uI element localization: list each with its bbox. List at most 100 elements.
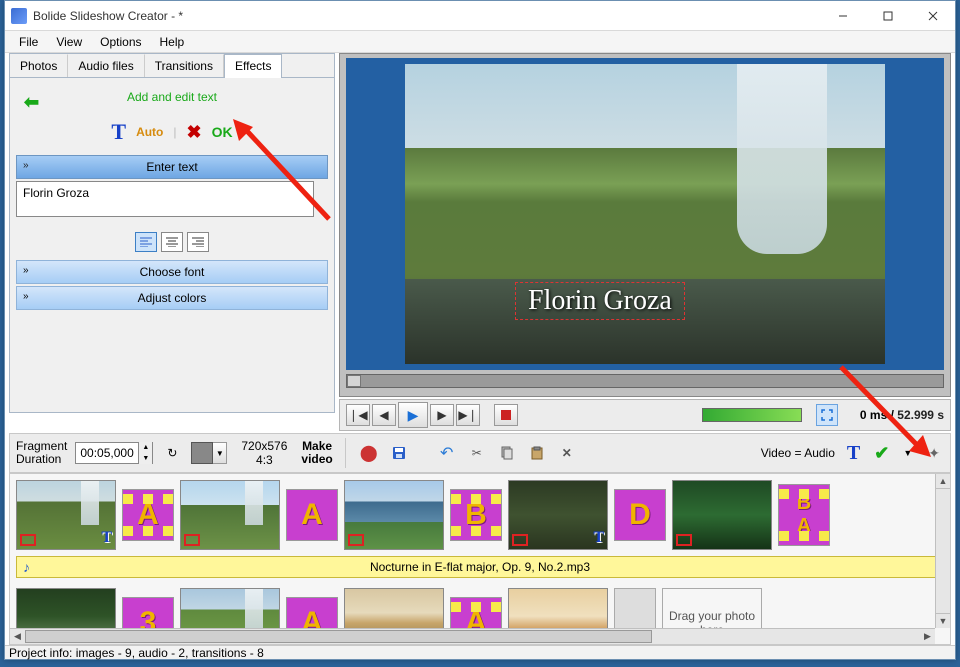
duration-spinner[interactable]: ▲▼	[138, 442, 152, 464]
hscroll-thumb[interactable]	[25, 630, 652, 643]
menu-help[interactable]: Help	[152, 33, 193, 51]
align-right-button[interactable]	[187, 232, 209, 252]
close-button[interactable]	[910, 1, 955, 30]
timeline-thumb[interactable]	[180, 480, 280, 550]
stop-button[interactable]	[494, 404, 518, 426]
menu-view[interactable]: View	[48, 33, 90, 51]
timeline-thumb[interactable]	[344, 480, 444, 550]
left-panel: Photos Audio files Transitions Effects ⬅…	[9, 53, 335, 413]
paste-icon[interactable]	[526, 442, 548, 464]
undo-icon[interactable]: ↶	[436, 442, 458, 464]
tab-audio-files[interactable]: Audio files	[68, 54, 144, 77]
titlebar: Bolide Slideshow Creator - *	[5, 1, 955, 31]
timeline-row-1: T A A B T D BA	[10, 474, 950, 552]
status-text: Project info: images - 9, audio - 2, tra…	[9, 646, 264, 660]
record-icon[interactable]: ⬤	[358, 442, 380, 464]
choose-font-label: Choose font	[140, 265, 205, 279]
playback-bar: ❘◀ ◀ ▶ ▶ ▶❘ 0 ms / 52.999 s	[339, 399, 951, 431]
text-badge-icon: T	[101, 529, 112, 547]
refresh-icon[interactable]: ↻	[161, 442, 183, 464]
cancel-icon[interactable]: ✖	[187, 122, 202, 143]
scroll-up-icon[interactable]: ▲	[936, 474, 950, 489]
scroll-down-icon[interactable]: ▼	[936, 613, 950, 628]
align-center-button[interactable]	[161, 232, 183, 252]
align-toolbar	[16, 232, 328, 252]
tab-photos[interactable]: Photos	[10, 54, 68, 77]
background-color-swatch[interactable]	[191, 442, 213, 464]
timeline-thumb[interactable]: T	[16, 480, 116, 550]
app-icon	[11, 8, 27, 24]
color-dropdown-icon[interactable]: ▼	[213, 442, 227, 464]
panel-tabs: Photos Audio files Transitions Effects	[10, 54, 334, 78]
fragment-duration-label: Fragment Duration	[16, 440, 67, 466]
timeline-toolbar: Fragment Duration ▲▼ ↻ ▼ 720x576 4:3 Mak…	[9, 433, 951, 473]
text-tool-icon[interactable]: T	[111, 119, 126, 145]
scroll-left-icon[interactable]: ◀	[10, 629, 25, 644]
timeline-thumb[interactable]	[672, 480, 772, 550]
time-total: 52.999 s	[897, 408, 944, 422]
auto-button[interactable]: Auto	[136, 125, 163, 139]
back-arrow-icon[interactable]: ⬅	[24, 92, 39, 113]
transition-cell[interactable]: D	[614, 489, 666, 541]
wand-icon[interactable]: ✦	[924, 445, 944, 462]
transition-cell[interactable]: A	[286, 489, 338, 541]
audio-level-meter	[702, 408, 802, 422]
video-audio-label[interactable]: Video = Audio	[761, 446, 835, 460]
delete-icon[interactable]: ✕	[556, 442, 578, 464]
menu-options[interactable]: Options	[92, 33, 149, 51]
transition-cell[interactable]: BA	[778, 484, 830, 546]
collapse-icon: »	[23, 160, 29, 171]
timeline-hscroll[interactable]: ◀ ▶	[10, 628, 935, 644]
preview-waterfall	[737, 64, 827, 254]
timeline-vscroll[interactable]: ▲ ▼	[935, 474, 950, 628]
last-frame-button[interactable]: ▶❘	[456, 404, 480, 426]
duration-input[interactable]	[76, 446, 138, 460]
prev-frame-button[interactable]: ◀	[372, 404, 396, 426]
app-window: Bolide Slideshow Creator - * File View O…	[4, 0, 956, 660]
copy-icon[interactable]	[496, 442, 518, 464]
minimize-button[interactable]	[820, 1, 865, 30]
scrollbar-thumb[interactable]	[347, 375, 361, 387]
time-current: 0 ms	[860, 408, 887, 422]
first-frame-button[interactable]: ❘◀	[346, 404, 370, 426]
enter-text-label: Enter text	[146, 160, 197, 174]
transition-cell[interactable]: B	[450, 489, 502, 541]
resolution-info[interactable]: 720x576 4:3	[241, 439, 287, 468]
preview-image: Florin Groza	[405, 64, 885, 364]
effects-title: ⬅ Add and edit text	[16, 82, 328, 115]
save-icon[interactable]	[388, 442, 410, 464]
text-tool-icon-2[interactable]: T	[843, 442, 864, 465]
preview-scrollbar[interactable]	[346, 374, 944, 388]
fullscreen-button[interactable]	[816, 404, 838, 426]
tab-transitions[interactable]: Transitions	[145, 54, 224, 77]
timeline-thumb[interactable]: T	[508, 480, 608, 550]
maximize-button[interactable]	[865, 1, 910, 30]
adjust-colors-label: Adjust colors	[138, 291, 207, 305]
next-frame-button[interactable]: ▶	[430, 404, 454, 426]
apply-dropdown-icon[interactable]: ▼	[899, 448, 916, 458]
tab-effects[interactable]: Effects	[224, 54, 282, 78]
align-left-button[interactable]	[135, 232, 157, 252]
music-note-icon: ♪	[23, 559, 30, 575]
text-badge-icon: T	[593, 529, 604, 547]
transition-cell[interactable]: A	[122, 489, 174, 541]
audio-track[interactable]: ♪ Nocturne in E-flat major, Op. 9, No.2.…	[16, 556, 944, 578]
ok-button[interactable]: OK	[212, 124, 233, 140]
text-input[interactable]: Florin Groza	[16, 181, 314, 217]
text-overlay[interactable]: Florin Groza	[515, 282, 685, 320]
scroll-right-icon[interactable]: ▶	[920, 629, 935, 644]
play-button[interactable]: ▶	[398, 402, 428, 428]
effects-title-text: Add and edit text	[127, 90, 217, 104]
timecode: 0 ms / 52.999 s	[860, 408, 944, 422]
preview-area: Florin Groza	[339, 53, 951, 397]
expand-icon: »	[23, 291, 29, 302]
make-video-button[interactable]: Make video	[301, 440, 332, 466]
enter-text-header[interactable]: » Enter text	[16, 155, 328, 179]
menu-file[interactable]: File	[11, 33, 46, 51]
adjust-colors-section[interactable]: » Adjust colors	[16, 286, 328, 310]
status-bar: Project info: images - 9, audio - 2, tra…	[5, 645, 955, 659]
preview-canvas[interactable]: Florin Groza	[346, 58, 944, 370]
cut-icon[interactable]: ✂	[466, 442, 488, 464]
apply-icon[interactable]: ✔	[872, 443, 891, 464]
choose-font-section[interactable]: » Choose font	[16, 260, 328, 284]
